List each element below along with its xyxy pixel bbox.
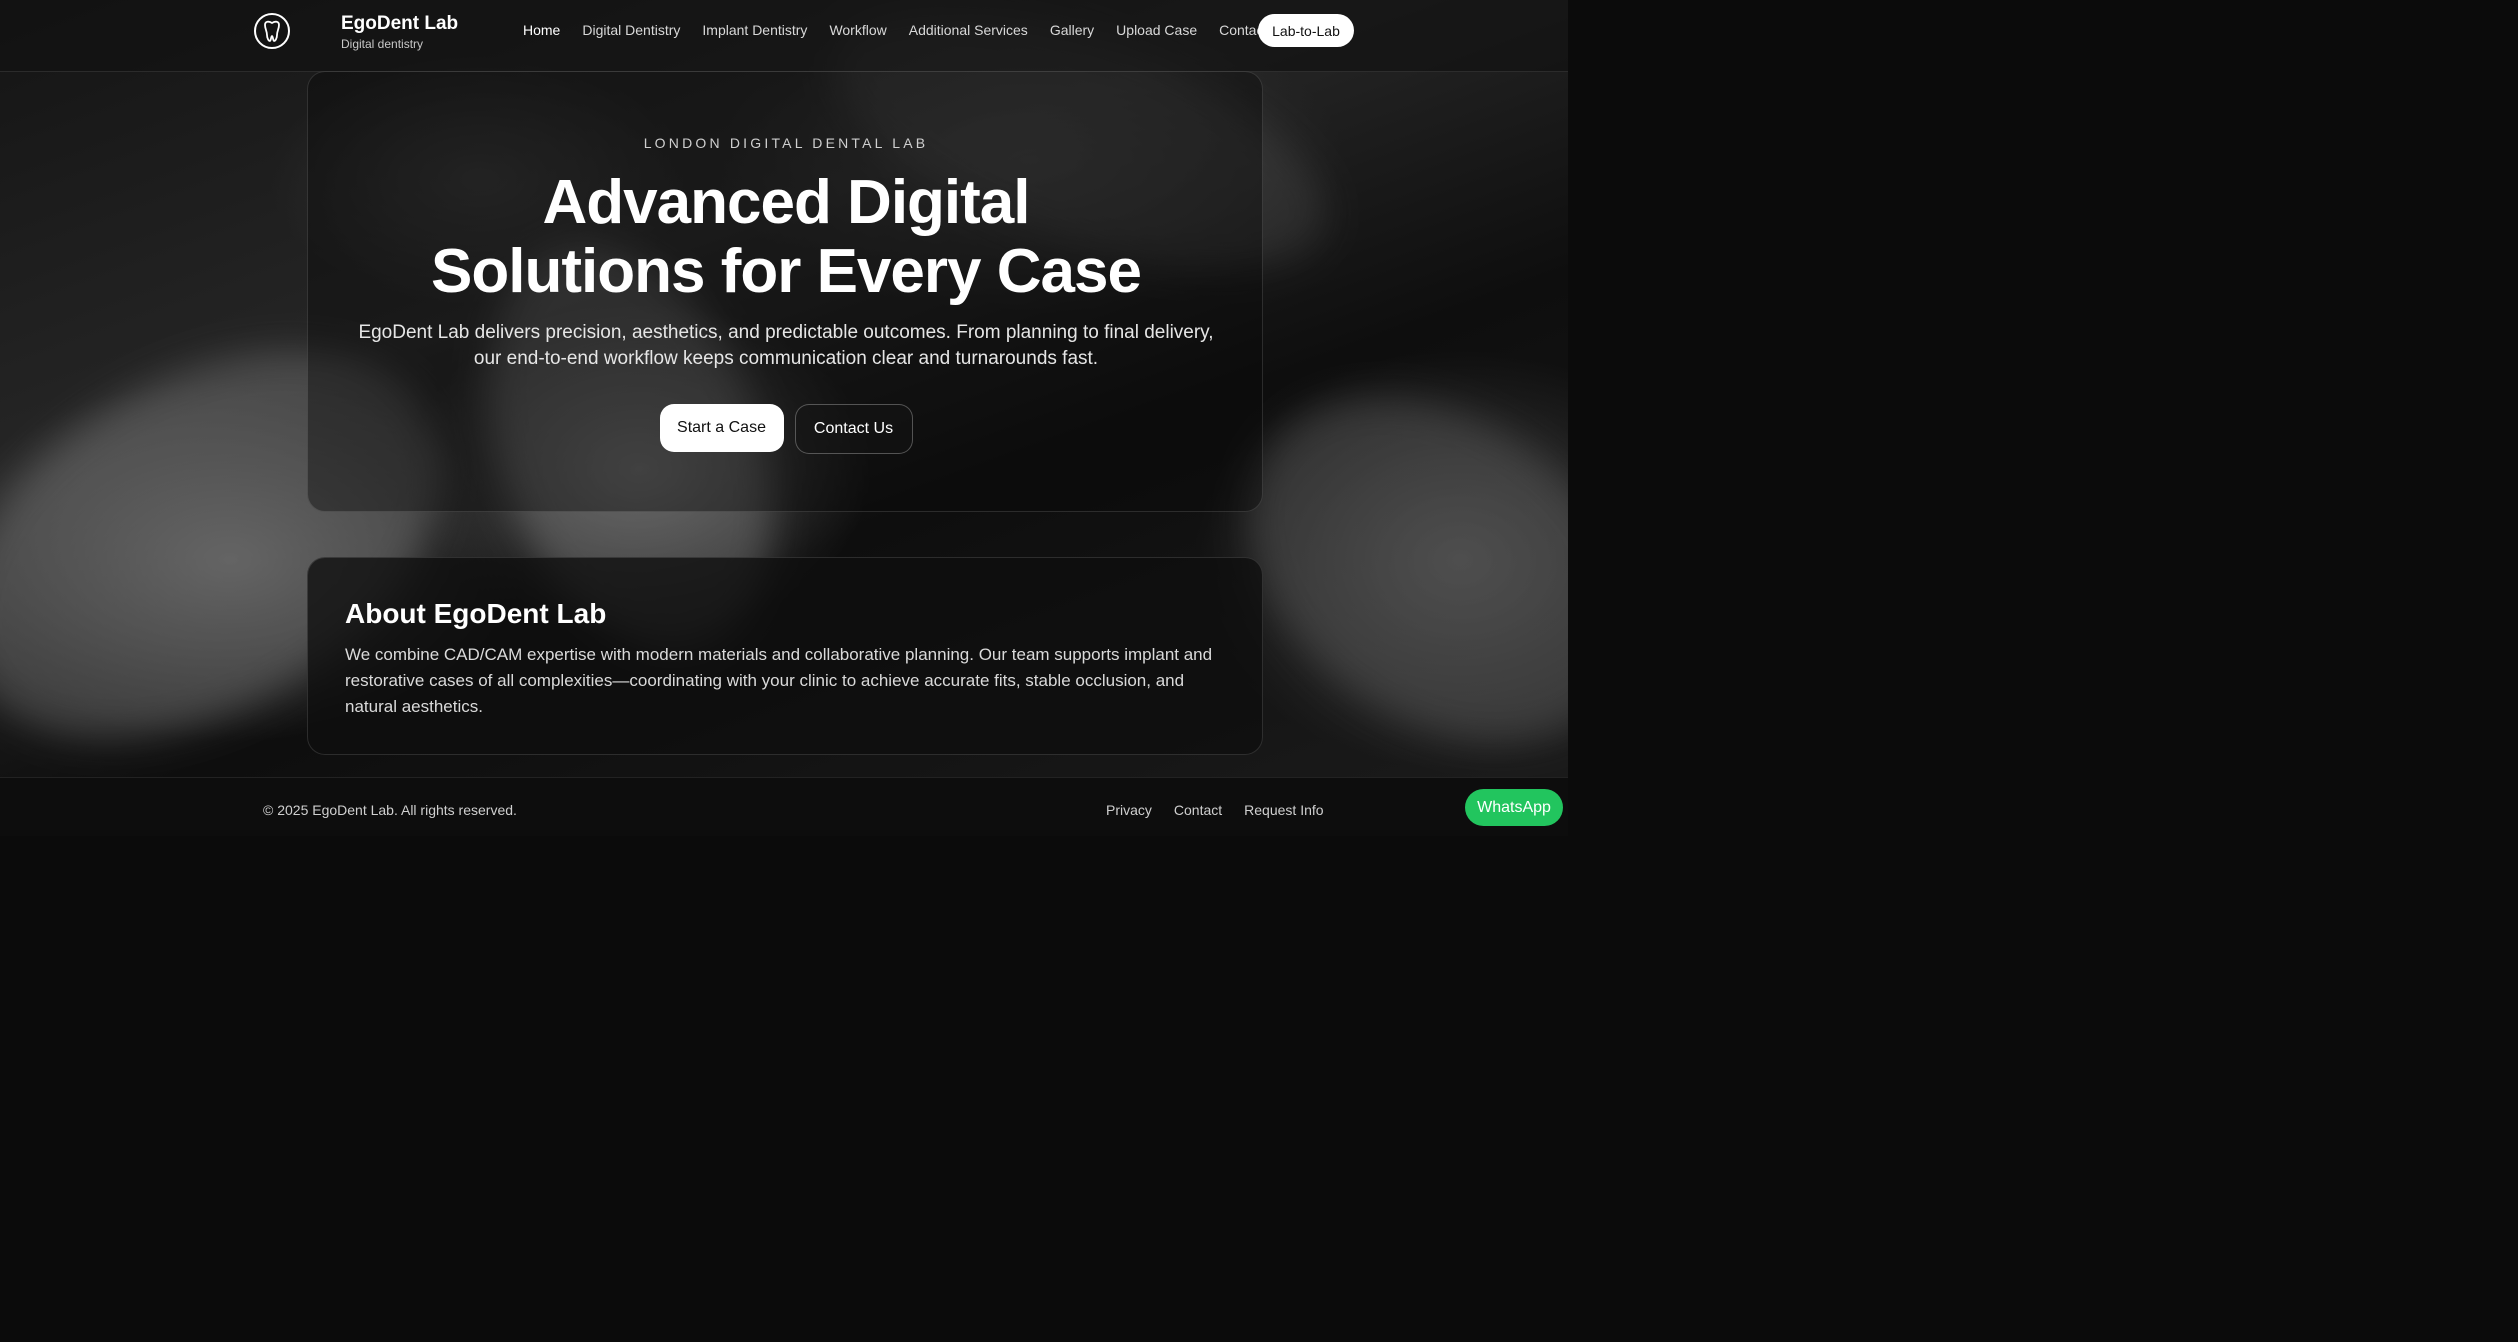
nav-menu: Home Digital Dentistry Implant Dentistry…: [523, 22, 1267, 38]
start-a-case-button[interactable]: Start a Case: [659, 404, 784, 452]
about-card: About EgoDent Lab We combine CAD/CAM exp…: [307, 557, 1263, 755]
hero-card: LONDON DIGITAL DENTAL LAB Advanced Digit…: [307, 71, 1263, 512]
nav-item-additional-services[interactable]: Additional Services: [909, 22, 1028, 38]
hero-headline-line1: Advanced Digital: [542, 168, 1031, 237]
tooth-logo-icon[interactable]: [253, 12, 291, 50]
about-text: We combine CAD/CAM expertise with modern…: [345, 645, 1213, 716]
footer: © 2025 EgoDent Lab. All rights reserved.…: [0, 777, 1568, 836]
footer-copyright: © 2025 EgoDent Lab. All rights reserved.: [263, 802, 517, 818]
footer-link-request-info[interactable]: Request Info: [1244, 802, 1323, 818]
hero-headline-line2: Solutions for Every Case: [431, 237, 1142, 306]
lab-to-lab-button[interactable]: Lab-to-Lab: [1258, 14, 1354, 47]
nav-item-gallery[interactable]: Gallery: [1050, 22, 1094, 38]
nav-item-digital-dentistry[interactable]: Digital Dentistry: [582, 22, 680, 38]
nav-item-home[interactable]: Home: [523, 22, 560, 38]
whatsapp-button[interactable]: WhatsApp: [1465, 789, 1563, 826]
contact-us-button[interactable]: Contact Us: [794, 404, 913, 454]
top-navbar: EgoDent Lab Digital dentistry Home Digit…: [0, 0, 1568, 72]
page: EgoDent Lab Digital dentistry Home Digit…: [0, 0, 1568, 836]
nav-item-implant-dentistry[interactable]: Implant Dentistry: [702, 22, 807, 38]
hero-headline: Advanced Digital Solutions for Every Cas…: [308, 168, 1264, 306]
hero-description-line2: our end-to-end workflow keeps communicat…: [473, 348, 1099, 369]
hero-description-line1: EgoDent Lab delivers precision, aestheti…: [358, 322, 1214, 343]
brand-name[interactable]: EgoDent Lab: [341, 13, 458, 35]
hero-eyebrow: LONDON DIGITAL DENTAL LAB: [643, 135, 929, 151]
brand-tagline: Digital dentistry: [341, 37, 424, 51]
hero-actions: Start a Case Contact Us: [308, 404, 1264, 454]
nav-item-workflow[interactable]: Workflow: [829, 22, 886, 38]
nav-item-upload-case[interactable]: Upload Case: [1116, 22, 1197, 38]
footer-links: Privacy Contact Request Info: [1106, 802, 1324, 818]
about-title: About EgoDent Lab: [345, 598, 607, 629]
hero-description: EgoDent Lab delivers precision, aestheti…: [348, 320, 1224, 372]
footer-link-privacy[interactable]: Privacy: [1106, 802, 1152, 818]
footer-link-contact[interactable]: Contact: [1174, 802, 1222, 818]
